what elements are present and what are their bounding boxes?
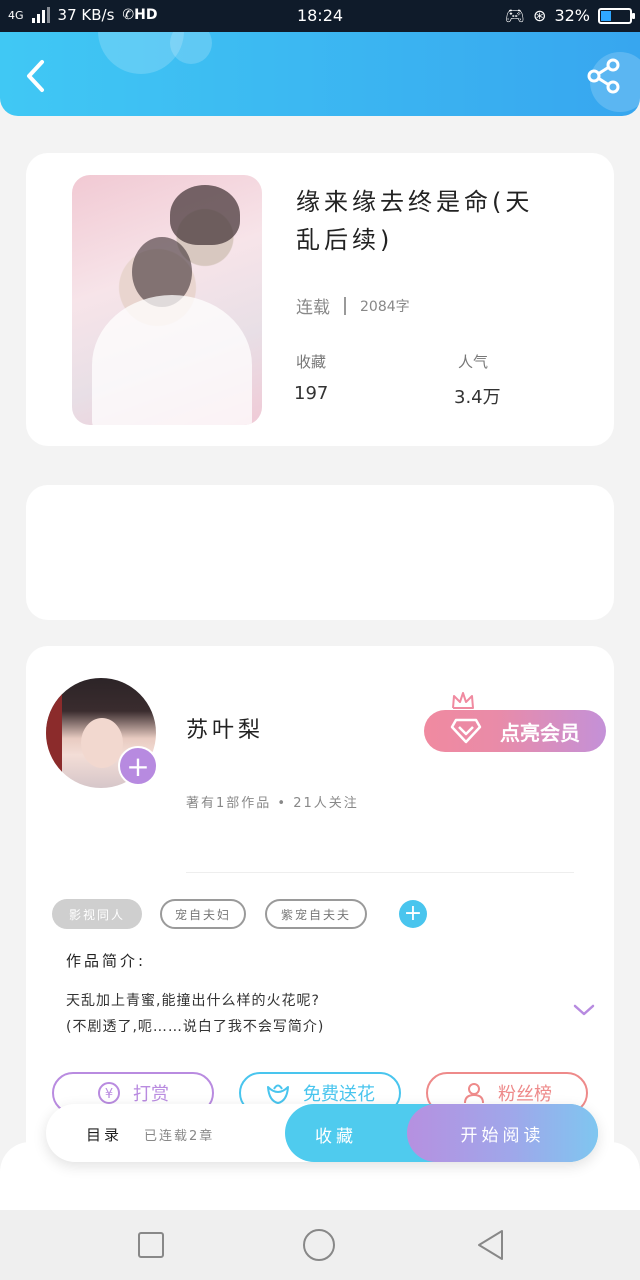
toc-button[interactable]: 目录 xyxy=(86,1124,122,1145)
cover-art xyxy=(170,185,240,245)
back-nav-icon[interactable] xyxy=(474,1228,508,1262)
favorites-value: 197 xyxy=(294,383,329,404)
intro-line: (不剧透了,呃……说白了我不会写简介) xyxy=(66,1019,325,1035)
add-tag-button[interactable]: + xyxy=(399,900,427,928)
avatar-art xyxy=(81,718,123,768)
recents-icon[interactable] xyxy=(134,1228,168,1262)
divider xyxy=(186,872,574,873)
svg-text:¥: ¥ xyxy=(105,1087,113,1102)
author-meta: 著有1部作品 • 21人关注 xyxy=(186,796,359,811)
book-status-row: 连载 2084字 xyxy=(296,293,410,318)
vip-button[interactable]: 点亮会员 xyxy=(424,710,606,752)
follow-plus-button[interactable]: + xyxy=(118,746,158,786)
intro-line: 天乱加上青蜜,能撞出什么样的火花呢? xyxy=(66,993,320,1009)
serial-chapters: 已连载2章 xyxy=(144,1129,215,1144)
share-icon xyxy=(587,58,620,94)
home-icon[interactable] xyxy=(302,1228,336,1262)
battery-icon xyxy=(598,7,635,24)
flower-icon xyxy=(267,1084,289,1104)
user-icon xyxy=(464,1083,484,1104)
word-count: 2084字 xyxy=(360,298,410,315)
vip-label: 点亮会员 xyxy=(500,720,580,745)
tag-chip[interactable]: 宠自夫妇 xyxy=(160,899,246,929)
avatar-art xyxy=(46,678,62,788)
book-title: 缘来缘去终是命(天乱后续) xyxy=(296,188,534,254)
crown-icon xyxy=(452,692,474,709)
status-bar: 4G 37 KB/s ✆HD 18:24 🎮︎ ⊛ 32% xyxy=(0,0,640,32)
lock-rotation-icon: ⊛ xyxy=(533,6,547,25)
popularity-label: 人气 xyxy=(458,353,489,371)
battery-level xyxy=(601,10,611,21)
tag-chip[interactable]: 影视同人 xyxy=(52,899,142,929)
serial-status: 连载 xyxy=(296,298,330,318)
collect-label: 收藏 xyxy=(315,1127,357,1147)
share-button[interactable] xyxy=(586,58,622,94)
start-reading-button[interactable]: 开始阅读 xyxy=(407,1104,598,1162)
plus-icon: + xyxy=(403,901,423,926)
flower-label: 免费送花 xyxy=(303,1084,375,1105)
author-name: 苏叶梨 xyxy=(186,718,265,743)
chevron-down-icon[interactable] xyxy=(572,1002,596,1018)
intro-title: 作品简介: xyxy=(66,952,147,970)
fans-label: 粉丝榜 xyxy=(498,1084,552,1105)
diamond-icon xyxy=(450,718,482,744)
decor-bubble xyxy=(170,32,212,64)
header-bar xyxy=(0,32,640,116)
battery-percent: 32% xyxy=(554,6,590,25)
clock: 18:24 xyxy=(296,6,344,25)
back-button[interactable] xyxy=(20,56,54,96)
book-cover[interactable] xyxy=(72,175,262,425)
book-info-card: 缘来缘去终是命(天乱后续) 连载 2084字 收藏 197 人气 3.4万 xyxy=(26,153,614,446)
reward-label: 打赏 xyxy=(133,1084,169,1105)
cover-art xyxy=(92,295,252,425)
system-nav-bar xyxy=(0,1210,640,1280)
yen-coin-icon: ¥ xyxy=(98,1082,120,1104)
plus-icon: + xyxy=(126,750,150,783)
chevron-left-icon xyxy=(27,60,44,92)
tag-chip[interactable]: 紫宠自夫夫 xyxy=(265,899,367,929)
empty-card xyxy=(26,485,614,620)
bottom-action-bar: 目录 已连载2章 收藏 开始阅读 xyxy=(46,1104,598,1162)
gamepad-icon: 🎮︎ xyxy=(504,6,526,25)
favorites-label: 收藏 xyxy=(296,353,327,371)
popularity-value: 3.4万 xyxy=(454,387,501,408)
divider xyxy=(344,296,346,315)
collect-button[interactable]: 收藏 开始阅读 xyxy=(285,1104,598,1162)
intro-text: 天乱加上青蜜,能撞出什么样的火花呢? (不剧透了,呃……说白了我不会写简介) xyxy=(66,988,324,1040)
